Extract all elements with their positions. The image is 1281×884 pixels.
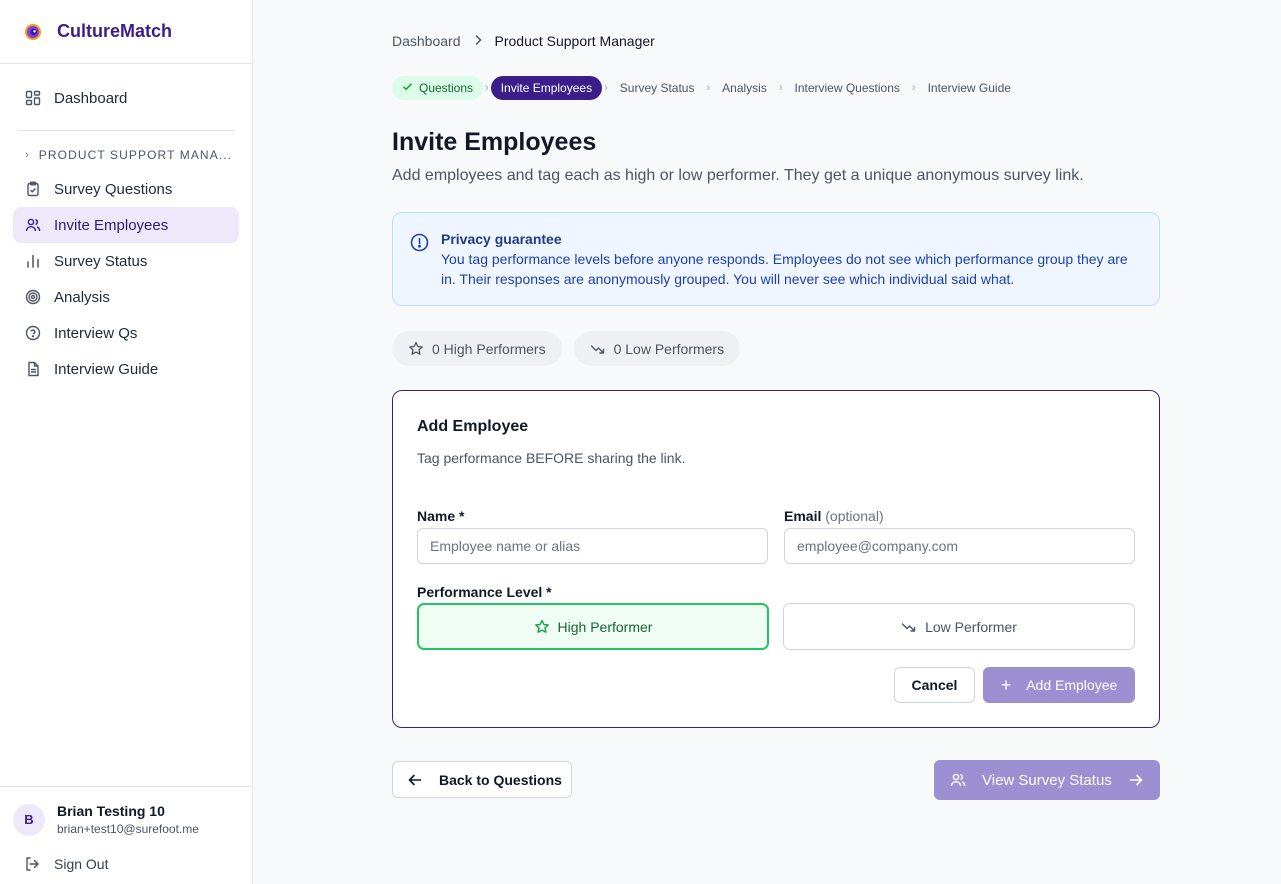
page-subtitle: Add employees and tag each as high or lo… (392, 167, 1084, 184)
privacy-title: Privacy guarantee (441, 231, 562, 247)
sidebar-item-invite-employees[interactable]: Invite Employees (13, 207, 239, 243)
star-icon (408, 341, 424, 357)
check-icon (402, 81, 413, 95)
info-icon (410, 233, 429, 252)
progress-steps: Questions › Invite Employees › Survey St… (392, 76, 1021, 100)
low-performer-option[interactable]: Low Performer (783, 603, 1135, 650)
sign-out-button[interactable]: Sign Out (13, 856, 239, 872)
high-performer-count: 0 High Performers (392, 331, 562, 366)
name-input[interactable] (417, 528, 768, 564)
user-profile[interactable]: B Brian Testing 10 brian+test10@surefoot… (13, 803, 239, 836)
sidebar-item-label: Invite Employees (54, 216, 169, 234)
sidebar-item-survey-status[interactable]: Survey Status (13, 243, 239, 279)
dashboard-grid-icon (25, 90, 41, 106)
chevron-right-icon: › (25, 149, 30, 161)
trending-down-icon (590, 341, 606, 357)
back-label: Back to Questions (439, 771, 562, 788)
step-invite-employees[interactable]: Invite Employees (490, 76, 603, 100)
sidebar-item-label: Dashboard (54, 89, 128, 107)
low-performer-count: 0 Low Performers (573, 331, 741, 366)
sidebar-item-label: Interview Qs (54, 324, 138, 342)
email-input[interactable] (784, 528, 1135, 564)
trending-down-icon (901, 619, 917, 635)
step-questions[interactable]: Questions (392, 76, 484, 100)
email-label: Email (optional) (784, 508, 884, 524)
view-survey-status-button[interactable]: View Survey Status (934, 760, 1160, 800)
step-interview-questions[interactable]: Interview Questions (785, 76, 910, 100)
back-to-questions-button[interactable]: Back to Questions (392, 761, 572, 798)
sidebar-item-dashboard[interactable]: Dashboard (13, 80, 239, 116)
next-label: View Survey Status (982, 771, 1112, 789)
brand[interactable]: CultureMatch (0, 0, 252, 64)
performer-counts: 0 High Performers 0 Low Performers (392, 331, 752, 366)
arrow-left-icon (407, 772, 423, 788)
email-label-text: Email (784, 508, 822, 524)
users-icon (25, 217, 41, 233)
low-performer-label: Low Performer (925, 618, 1017, 635)
help-circle-icon (25, 325, 41, 341)
user-name: Brian Testing 10 (57, 803, 165, 819)
breadcrumb-current: Product Support Manager (494, 33, 655, 49)
step-chevron-icon: › (604, 82, 608, 94)
sidebar-item-label: Analysis (54, 288, 110, 306)
sidebar-item-label: Survey Questions (54, 180, 173, 198)
log-out-icon (24, 856, 40, 872)
step-chevron-icon: › (911, 82, 916, 94)
sidebar-item-analysis[interactable]: Analysis (13, 279, 239, 315)
user-email: brian+test10@surefoot.me (57, 822, 199, 836)
plus-icon: + (1000, 674, 1012, 695)
breadcrumb-dashboard-link[interactable]: Dashboard (392, 33, 461, 49)
sidebar-divider (17, 130, 235, 131)
high-count-label: 0 High Performers (432, 340, 546, 357)
step-analysis[interactable]: Analysis (712, 76, 777, 100)
sidebar-item-survey-questions[interactable]: Survey Questions (13, 171, 239, 207)
cancel-button[interactable]: Cancel (894, 667, 975, 703)
card-title: Add Employee (417, 418, 529, 435)
add-employee-card: Add Employee Tag performance BEFORE shar… (392, 390, 1160, 728)
page-title: Invite Employees (392, 128, 597, 156)
sidebar-section-title: PRODUCT SUPPORT MANA... (38, 148, 233, 162)
step-chevron-icon: › (485, 82, 489, 94)
sidebar-item-label: Survey Status (54, 252, 148, 270)
users-icon (950, 772, 966, 788)
sidebar-item-interview-qs[interactable]: Interview Qs (13, 315, 239, 351)
avatar: B (13, 803, 45, 836)
sidebar: CultureMatch Dashboard › PRODUCT SUPPORT… (0, 0, 253, 884)
add-employee-button[interactable]: + Add Employee (983, 667, 1135, 703)
brand-name: CultureMatch (57, 21, 173, 41)
high-performer-option[interactable]: High Performer (417, 603, 769, 650)
sidebar-section-toggle[interactable]: › PRODUCT SUPPORT MANA... (13, 143, 239, 167)
low-count-label: 0 Low Performers (613, 340, 725, 357)
sidebar-nav: Dashboard › PRODUCT SUPPORT MANA... Surv… (0, 80, 252, 387)
step-chevron-icon: › (778, 82, 783, 94)
performance-level-label: Performance Level * (417, 584, 552, 600)
privacy-text: You tag performance levels before anyone… (441, 251, 1128, 287)
breadcrumb: Dashboard Product Support Manager (392, 33, 655, 49)
sidebar-item-label: Interview Guide (54, 360, 159, 378)
privacy-notice: Privacy guarantee You tag performance le… (392, 212, 1160, 306)
step-interview-guide[interactable]: Interview Guide (918, 76, 1021, 100)
chevron-right-icon (473, 34, 483, 49)
document-icon (25, 361, 41, 377)
high-performer-label: High Performer (557, 618, 653, 635)
bar-chart-icon (25, 253, 41, 269)
sign-out-label: Sign Out (54, 856, 109, 872)
clipboard-icon (25, 181, 41, 197)
step-survey-status[interactable]: Survey Status (610, 76, 705, 100)
card-subtitle: Tag performance BEFORE sharing the link. (417, 450, 686, 466)
target-icon (25, 289, 41, 305)
step-label: Questions (419, 81, 474, 95)
star-icon (534, 619, 550, 635)
step-chevron-icon: › (706, 82, 711, 94)
user-block: B Brian Testing 10 brian+test10@surefoot… (0, 786, 252, 884)
email-optional-text: (optional) (825, 508, 884, 524)
brand-logo-icon (24, 23, 42, 41)
add-employee-label: Add Employee (1026, 677, 1118, 693)
arrow-right-icon (1128, 772, 1144, 788)
name-label: Name * (417, 508, 465, 524)
sidebar-item-interview-guide[interactable]: Interview Guide (13, 351, 239, 387)
